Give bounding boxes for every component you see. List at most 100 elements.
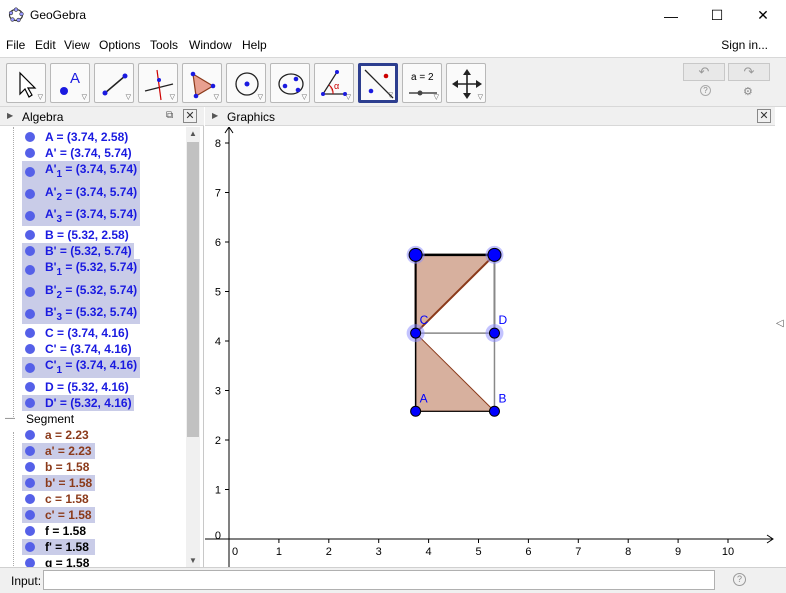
close-panel-icon[interactable]: ✕ bbox=[183, 109, 197, 123]
perpendicular-line-tool-button[interactable]: ▽ bbox=[138, 63, 178, 103]
visibility-toggle[interactable] bbox=[25, 478, 35, 488]
group-collapse-icon[interactable]: — bbox=[5, 413, 15, 424]
undo-button[interactable]: ↶ bbox=[683, 63, 725, 81]
svg-text:α: α bbox=[334, 81, 339, 91]
graphics-canvas[interactable]: 0 1 2 3 4 5 6 7 8 9 10 0 1 2 3 4 5 6 7 8 A B C D bbox=[205, 127, 775, 567]
visibility-toggle[interactable] bbox=[25, 309, 35, 319]
visibility-toggle[interactable] bbox=[25, 246, 35, 256]
algebra-item-c-prime[interactable]: c' = 1.58 bbox=[22, 507, 95, 523]
y-tick-label: 1 bbox=[215, 485, 221, 497]
line-tool-button[interactable]: ▽ bbox=[94, 63, 134, 103]
menu-window[interactable]: Window bbox=[189, 38, 232, 52]
visibility-toggle[interactable] bbox=[25, 230, 35, 240]
visibility-toggle[interactable] bbox=[25, 494, 35, 504]
input-field[interactable] bbox=[43, 570, 715, 590]
visibility-toggle[interactable] bbox=[25, 211, 35, 221]
minimize-button[interactable]: — bbox=[648, 0, 694, 31]
polygon-tool-button[interactable]: ▽ bbox=[182, 63, 222, 103]
input-label: Input: bbox=[11, 574, 42, 588]
visibility-toggle[interactable] bbox=[25, 287, 35, 297]
algebra-item-f[interactable]: f = 1.58 bbox=[22, 523, 92, 539]
expand-sidebar-icon[interactable]: ◁ bbox=[776, 318, 784, 329]
algebra-item-A-prime[interactable]: A' = (3.74, 5.74) bbox=[22, 145, 140, 161]
algebra-item-b[interactable]: b = 1.58 bbox=[22, 459, 92, 475]
scroll-down-icon[interactable]: ▼ bbox=[189, 556, 197, 565]
algebra-item-A[interactable]: A = (3.74, 2.58) bbox=[22, 129, 140, 145]
visibility-toggle[interactable] bbox=[25, 344, 35, 354]
dropdown-triangle-icon: ▽ bbox=[433, 94, 439, 101]
sign-in-link[interactable]: Sign in... bbox=[721, 38, 768, 52]
menu-help[interactable]: Help bbox=[242, 38, 267, 52]
visibility-toggle[interactable] bbox=[25, 363, 35, 373]
visibility-toggle[interactable] bbox=[25, 148, 35, 158]
point-B-prime bbox=[487, 247, 502, 262]
graphics-header: ▶ Graphics ✕ bbox=[205, 107, 775, 126]
y-tick-label: 5 bbox=[215, 287, 221, 299]
graphics-view[interactable]: ▶ Graphics ✕ 0 1 2 3 4 5 6 7 8 9 10 0 1 2 3 4 5 6 7 8 A B C D bbox=[205, 107, 775, 567]
algebra-item-B-prime-1[interactable]: B'1 = (5.32, 5.74) bbox=[22, 259, 140, 280]
y-tick-label: 4 bbox=[215, 336, 221, 348]
help-icon[interactable]: ? bbox=[700, 85, 711, 96]
algebra-item-a-prime[interactable]: a' = 2.23 bbox=[22, 443, 95, 459]
settings-gear-icon[interactable]: ⚙ bbox=[743, 85, 753, 98]
visibility-toggle[interactable] bbox=[25, 542, 35, 552]
visibility-toggle[interactable] bbox=[25, 265, 35, 275]
undock-icon[interactable]: ⧉ bbox=[166, 110, 173, 121]
visibility-toggle[interactable] bbox=[25, 510, 35, 520]
algebra-item-C-prime[interactable]: C' = (3.74, 4.16) bbox=[22, 341, 140, 357]
menu-file[interactable]: File bbox=[6, 38, 25, 52]
algebra-item-c[interactable]: c = 1.58 bbox=[22, 491, 92, 507]
visibility-toggle[interactable] bbox=[25, 167, 35, 177]
algebra-item-B-prime[interactable]: B' = (5.32, 5.74) bbox=[22, 243, 134, 259]
menu-tools[interactable]: Tools bbox=[150, 38, 178, 52]
algebra-item-A-prime-3[interactable]: A'3 = (3.74, 5.74) bbox=[22, 205, 140, 226]
algebra-item-D-prime[interactable]: D' = (5.32, 4.16) bbox=[22, 395, 134, 411]
algebra-item-C[interactable]: C = (3.74, 4.16) bbox=[22, 325, 140, 341]
algebra-item-A-prime-1[interactable]: A'1 = (3.74, 5.74) bbox=[22, 161, 140, 182]
visibility-toggle[interactable] bbox=[25, 189, 35, 199]
collapse-arrow-icon[interactable]: ▶ bbox=[212, 111, 218, 120]
algebra-item-A-prime-2[interactable]: A'2 = (3.74, 5.74) bbox=[22, 182, 140, 205]
menu-edit[interactable]: Edit bbox=[35, 38, 56, 52]
collapse-arrow-icon[interactable]: ▶ bbox=[7, 111, 13, 120]
dropdown-triangle-icon: ▽ bbox=[477, 94, 483, 101]
close-button[interactable]: ✕ bbox=[740, 0, 786, 31]
algebra-item-C-prime-1[interactable]: C'1 = (3.74, 4.16) bbox=[22, 357, 140, 378]
input-help-icon[interactable]: ? bbox=[733, 573, 746, 586]
visibility-toggle[interactable] bbox=[25, 328, 35, 338]
close-panel-icon[interactable]: ✕ bbox=[757, 109, 771, 123]
algebra-item-b-prime[interactable]: b' = 1.58 bbox=[22, 475, 95, 491]
menu-view[interactable]: View bbox=[64, 38, 90, 52]
algebra-item-B-prime-2[interactable]: B'2 = (5.32, 5.74) bbox=[22, 280, 140, 303]
visibility-toggle[interactable] bbox=[25, 398, 35, 408]
reflect-about-line-tool-button[interactable]: ▽ bbox=[358, 63, 398, 103]
visibility-toggle[interactable] bbox=[25, 462, 35, 472]
visibility-toggle[interactable] bbox=[25, 446, 35, 456]
scrollbar-thumb[interactable] bbox=[187, 142, 199, 437]
algebra-item-B[interactable]: B = (5.32, 2.58) bbox=[22, 227, 140, 243]
visibility-toggle[interactable] bbox=[25, 132, 35, 142]
algebra-item-B-prime-3[interactable]: B'3 = (5.32, 5.74) bbox=[22, 303, 140, 324]
algebra-scrollbar[interactable]: ▲ ▼ bbox=[186, 127, 200, 567]
geogebra-logo-icon bbox=[8, 7, 24, 23]
circle-tool-button[interactable]: ▽ bbox=[226, 63, 266, 103]
scroll-up-icon[interactable]: ▲ bbox=[189, 129, 197, 138]
algebra-item-f-prime[interactable]: f' = 1.58 bbox=[22, 539, 95, 555]
visibility-toggle[interactable] bbox=[25, 382, 35, 392]
point-tool-button[interactable]: A ▽ bbox=[50, 63, 90, 103]
move-tool-button[interactable]: ▽ bbox=[6, 63, 46, 103]
move-graphics-view-tool-button[interactable]: ▽ bbox=[446, 63, 486, 103]
angle-tool-button[interactable]: α ▽ bbox=[314, 63, 354, 103]
algebra-item-g[interactable]: g = 1.58 bbox=[22, 555, 92, 567]
conic-tool-button[interactable]: ▽ bbox=[270, 63, 310, 103]
visibility-toggle[interactable] bbox=[25, 558, 35, 567]
menu-options[interactable]: Options bbox=[99, 38, 140, 52]
point-A-prime bbox=[408, 247, 423, 262]
algebra-item-D[interactable]: D = (5.32, 4.16) bbox=[22, 379, 140, 395]
algebra-item-a[interactable]: a = 2.23 bbox=[22, 427, 92, 443]
visibility-toggle[interactable] bbox=[25, 430, 35, 440]
slider-tool-button[interactable]: a = 2 ▽ bbox=[402, 63, 442, 103]
maximize-button[interactable]: ☐ bbox=[694, 0, 740, 31]
redo-button[interactable]: ↷ bbox=[728, 63, 770, 81]
visibility-toggle[interactable] bbox=[25, 526, 35, 536]
